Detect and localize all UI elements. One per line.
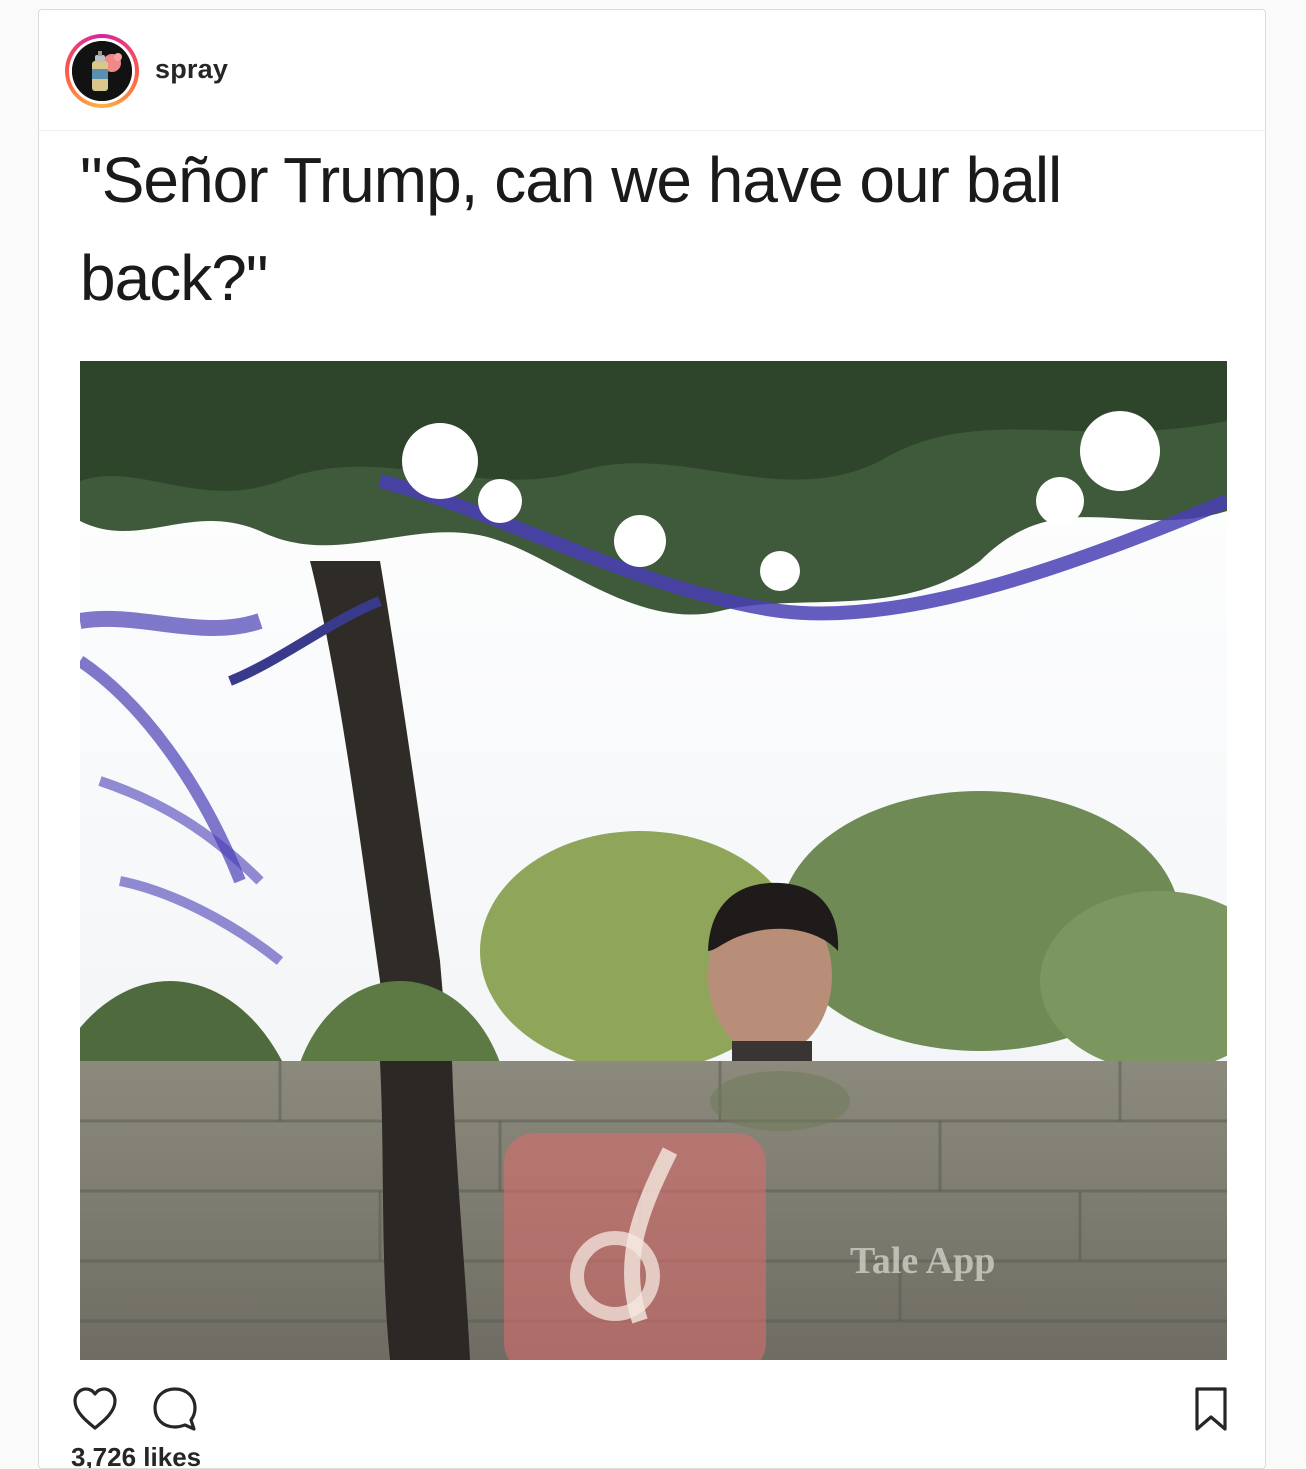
avatar[interactable]: [65, 34, 139, 108]
likes-count[interactable]: 3,726 likes: [71, 1442, 201, 1468]
photo-image: Tale App: [80, 361, 1227, 1360]
post-photo[interactable]: Tale App: [80, 361, 1227, 1360]
comment-bubble-icon[interactable]: [149, 1383, 201, 1435]
post-header: spray: [39, 10, 1265, 131]
username[interactable]: spray: [155, 54, 228, 85]
watermark-text: Tale App: [850, 1240, 995, 1282]
heart-icon[interactable]: [69, 1383, 121, 1435]
post-card: spray "Señor Trump, can we have our ball…: [38, 9, 1266, 1469]
spray-can-avatar-icon: [72, 41, 132, 101]
action-bar: [39, 1365, 1265, 1435]
caption-text: "Señor Trump, can we have our ball back?…: [80, 144, 1062, 314]
bookmark-icon[interactable]: [1185, 1383, 1237, 1435]
post-content: "Señor Trump, can we have our ball back?…: [39, 131, 1265, 1361]
